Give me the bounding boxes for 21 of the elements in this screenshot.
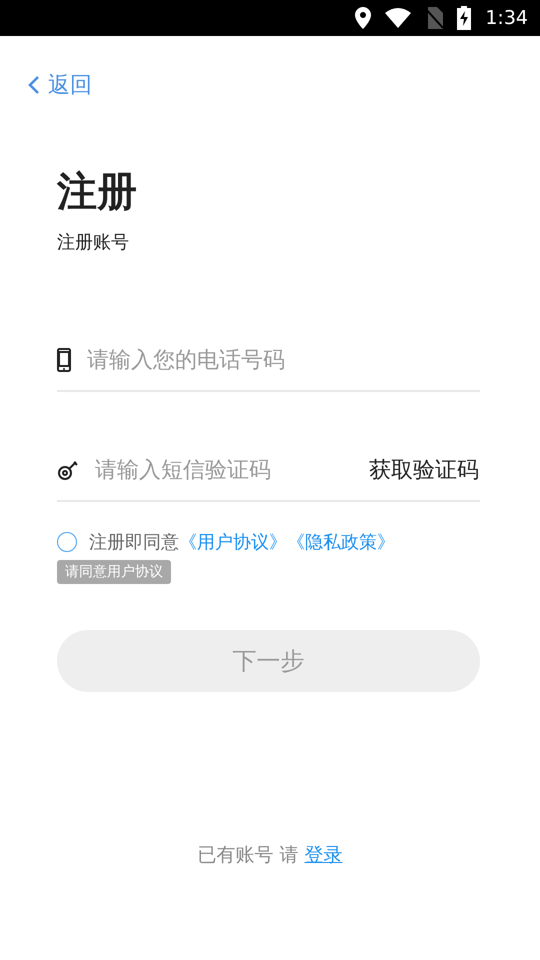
code-field[interactable]: 请输入短信验证码 [95, 453, 369, 487]
page-subtitle: 注册账号 [57, 231, 130, 254]
phone-field[interactable]: 请输入您的电话号码 [87, 343, 480, 377]
clock-time: 1:34 [485, 7, 528, 29]
agreement-text: 注册即同意 [89, 531, 179, 554]
page-title: 注册 [57, 168, 138, 216]
battery-charging-icon [457, 6, 472, 30]
get-code-button[interactable]: 获取验证码 [369, 455, 479, 485]
privacy-policy-link[interactable]: 《隐私政策》 [287, 530, 395, 554]
location-icon [355, 7, 372, 29]
tooltip: 请同意用户协议 [57, 560, 171, 584]
wifi-icon [385, 8, 412, 28]
agree-checkbox[interactable] [57, 532, 77, 552]
user-agreement-link[interactable]: 《用户协议》 [179, 530, 287, 554]
back-button[interactable]: 返回 [28, 70, 92, 100]
chevron-left-icon [28, 75, 40, 95]
key-icon [57, 459, 79, 481]
no-sim-icon [425, 7, 444, 29]
phone-icon [57, 348, 71, 372]
login-link[interactable]: 登录 [304, 842, 343, 868]
footer-text: 已有账号 请 [197, 843, 299, 868]
